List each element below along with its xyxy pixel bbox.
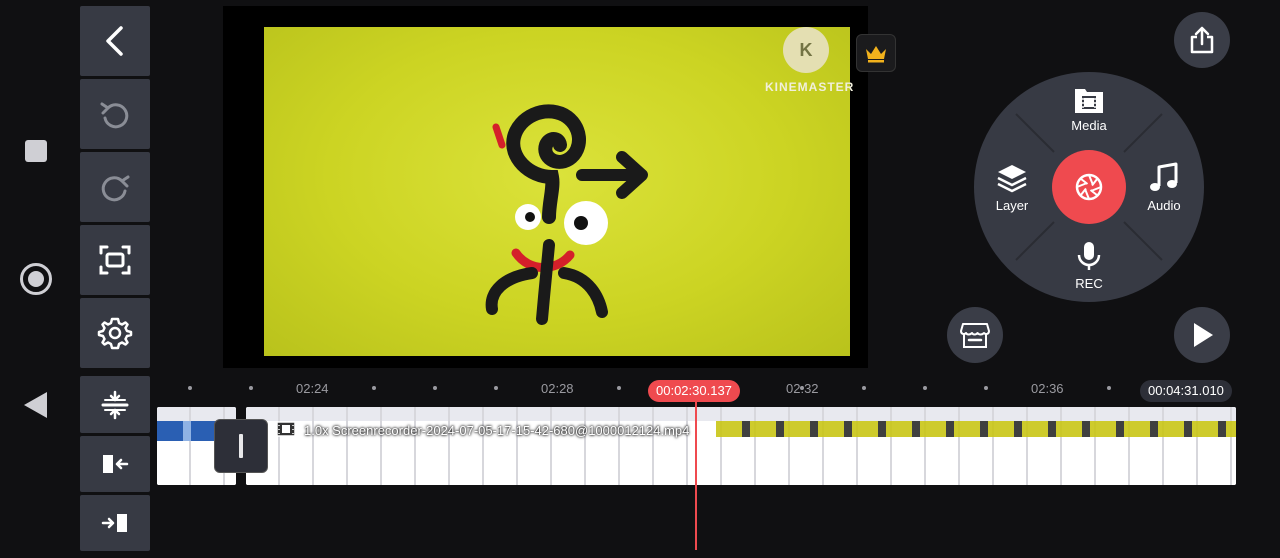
film-strip-icon — [276, 421, 296, 437]
current-time-badge: 00:02:30.137 — [648, 380, 740, 402]
video-character-image — [485, 104, 648, 325]
undo-icon — [100, 102, 129, 129]
settings-button[interactable] — [80, 298, 150, 368]
clip-thumbnails-strip — [716, 421, 1236, 437]
nav-recents-button[interactable] — [25, 140, 47, 162]
ruler-label: 02:32 — [786, 381, 819, 396]
clip-thumbnails — [246, 407, 1236, 485]
ruler-dot — [372, 386, 376, 390]
gear-icon — [97, 317, 133, 350]
crown-icon — [866, 46, 886, 63]
jump-to-start-button[interactable] — [80, 436, 150, 492]
camera-shutter-icon — [1075, 173, 1103, 201]
ruler-dot — [923, 386, 927, 390]
ruler-dot — [494, 386, 498, 390]
export-share-button[interactable] — [1174, 12, 1230, 68]
video-frame[interactable] — [264, 27, 850, 356]
microphone-icon — [1077, 242, 1101, 270]
play-icon — [1194, 323, 1213, 347]
redo-icon — [101, 175, 130, 202]
ruler-dot — [433, 386, 437, 390]
undo-button[interactable] — [80, 79, 150, 149]
watermark-text: KINEMASTER — [765, 80, 855, 94]
share-icon — [1190, 26, 1214, 54]
jump-to-end-icon — [101, 514, 127, 532]
asset-store-button[interactable] — [947, 307, 1003, 363]
chevron-left-icon — [106, 26, 123, 56]
ruler-label: 02:28 — [541, 381, 574, 396]
nav-back-button[interactable] — [24, 392, 47, 418]
play-button[interactable] — [1174, 307, 1230, 363]
track-height-button[interactable] — [80, 376, 150, 433]
jump-to-start-icon — [103, 455, 129, 473]
wheel-media-label: Media — [1071, 118, 1107, 133]
wheel-media-button[interactable]: Media — [1049, 86, 1129, 133]
transition-bar-icon — [239, 434, 243, 458]
transition-button[interactable] — [214, 419, 268, 473]
store-icon — [960, 323, 990, 348]
capture-button[interactable] — [1052, 150, 1126, 224]
premium-button[interactable] — [856, 34, 896, 72]
ruler-label: 02:36 — [1031, 381, 1064, 396]
media-folder-icon — [1075, 89, 1103, 113]
ruler-dot — [862, 386, 866, 390]
fullscreen-preview-button[interactable] — [80, 225, 150, 295]
ruler-dot — [249, 386, 253, 390]
kinemaster-logo-icon: K — [783, 27, 829, 73]
ruler-dot — [617, 386, 621, 390]
screen-capture-icon — [99, 245, 131, 275]
music-note-icon — [1150, 162, 1178, 191]
back-button[interactable] — [80, 6, 150, 76]
ruler-dot — [188, 386, 192, 390]
wheel-audio-button[interactable]: Audio — [1124, 162, 1204, 213]
timeline-clip-selected[interactable] — [246, 407, 1236, 485]
wheel-audio-label: Audio — [1147, 198, 1181, 213]
media-wheel: Media Layer Audio REC — [974, 72, 1204, 302]
wheel-rec-button[interactable]: REC — [1049, 240, 1129, 291]
ruler-dot — [1107, 386, 1111, 390]
ruler-dot — [984, 386, 988, 390]
ruler-label: 02:24 — [296, 381, 329, 396]
layers-icon — [997, 165, 1027, 193]
wheel-layer-label: Layer — [995, 198, 1029, 213]
clip-filename: 1.0x Screenrecorder-2024-07-05-17-15-42-… — [304, 423, 690, 438]
playhead[interactable] — [695, 400, 697, 550]
wheel-rec-label: REC — [1075, 276, 1103, 291]
nav-home-button[interactable] — [20, 263, 52, 295]
redo-button[interactable] — [80, 152, 150, 222]
expand-vertical-icon — [101, 390, 129, 419]
total-duration-badge: 00:04:31.010 — [1140, 380, 1232, 402]
wheel-layer-button[interactable]: Layer — [972, 162, 1052, 213]
jump-to-end-button[interactable] — [80, 495, 150, 551]
